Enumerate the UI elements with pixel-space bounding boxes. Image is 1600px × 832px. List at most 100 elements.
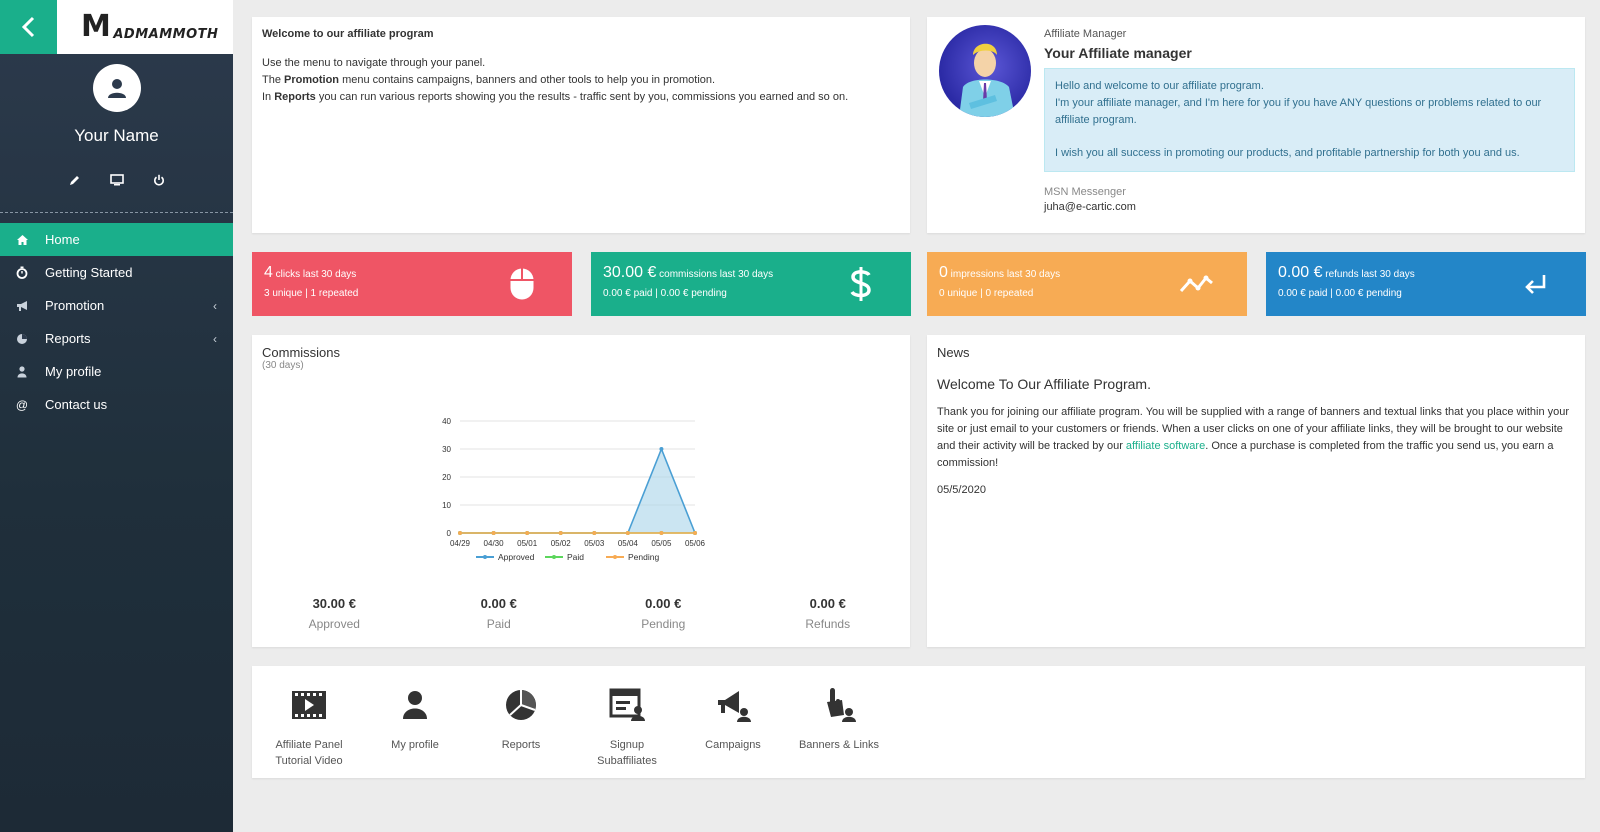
- sidebar-item-label: Promotion: [45, 298, 105, 313]
- commissions-panel: Commissions (30 days) 0 10 20 30 40 04/29 04/3…: [252, 335, 910, 647]
- data-point-pending: [491, 531, 496, 535]
- total-label: Paid: [486, 617, 511, 631]
- sidebar-item-reports[interactable]: Reports ‹: [0, 322, 233, 355]
- data-point-pending: [592, 531, 597, 535]
- affiliate-software-link[interactable]: affiliate software: [1126, 440, 1205, 452]
- data-point-approved: [659, 447, 664, 451]
- hand-pointer-icon: [786, 686, 892, 724]
- chevron-left-icon: ‹: [213, 298, 217, 313]
- user-avatar-icon: [107, 79, 126, 98]
- pencil-icon: [69, 176, 79, 185]
- total-label: Refunds: [805, 617, 851, 631]
- total-approved: 30.00 € Approved: [252, 596, 417, 631]
- commissions-totals: 30.00 € Approved 0.00 € Paid 0.00 € Pending…: [252, 596, 910, 631]
- data-point-pending: [558, 531, 563, 535]
- edit-profile-button[interactable]: [67, 172, 83, 188]
- user-icon: [362, 686, 468, 724]
- sidebar-item-label: Home: [45, 232, 80, 247]
- news-header: News: [937, 345, 970, 360]
- welcome-line-2b: Promotion: [284, 74, 340, 86]
- trend-icon: [1179, 266, 1215, 302]
- y-tick-label: 0: [447, 529, 452, 538]
- total-paid: 0.00 € Paid: [417, 596, 582, 631]
- sidebar-item-promotion[interactable]: Promotion ‹: [0, 289, 233, 322]
- logo[interactable]: M ADMAMMOTH: [57, 0, 233, 54]
- legend-marker: [552, 555, 556, 559]
- data-point-pending: [525, 531, 530, 535]
- x-tick-label: 05/05: [651, 539, 672, 548]
- shortcut-signup-subaffiliates[interactable]: Signup Subaffiliates: [574, 686, 680, 778]
- shortcut-banners-links[interactable]: Banners & Links: [786, 686, 892, 778]
- news-panel: News Welcome To Our Affiliate Program. T…: [927, 335, 1585, 647]
- shortcut-label: My profile: [391, 739, 439, 751]
- total-value: 0.00 €: [645, 596, 682, 611]
- sidebar-divider: [0, 212, 233, 213]
- y-tick-label: 20: [442, 473, 451, 482]
- stat-refunds[interactable]: 0.00 € refunds last 30 days 0.00 € paid …: [1266, 252, 1586, 316]
- msn-label: MSN Messenger: [1044, 186, 1126, 198]
- manager-message-3: I wish you all success in promoting our …: [1055, 147, 1520, 159]
- legend-label: Approved: [498, 552, 535, 562]
- shortcut-campaigns[interactable]: Campaigns: [680, 686, 786, 778]
- stat-label: clicks last 30 days: [272, 269, 357, 280]
- y-tick-label: 10: [442, 501, 451, 510]
- collapse-sidebar-button[interactable]: [0, 0, 57, 54]
- y-tick-label: 40: [442, 417, 451, 426]
- signup-icon: [574, 686, 680, 724]
- shortcut-tutorial-video[interactable]: Affiliate Panel Tutorial Video: [256, 686, 362, 778]
- manager-message-2: I'm your affiliate manager, and I'm here…: [1055, 97, 1542, 126]
- news-title: Welcome To Our Affiliate Program.: [937, 376, 1151, 392]
- sidebar-item-home[interactable]: Home: [0, 223, 233, 256]
- stat-value: 0.00 €: [1278, 264, 1323, 281]
- stat-impressions[interactable]: 0 impressions last 30 days 0 unique | 0 …: [927, 252, 1247, 316]
- shortcut-label: Campaigns: [705, 739, 761, 751]
- welcome-panel: Welcome to our affiliate program Use the…: [252, 17, 910, 233]
- stat-label: impressions last 30 days: [947, 269, 1061, 280]
- total-refunds: 0.00 € Refunds: [746, 596, 911, 631]
- sidebar-item-label: My profile: [45, 364, 102, 379]
- manager-email: juha@e-cartic.com: [1044, 201, 1136, 213]
- shortcut-label: Reports: [501, 739, 541, 751]
- total-value: 0.00 €: [809, 596, 846, 611]
- welcome-text: Use the menu to navigate through your pa…: [262, 55, 900, 106]
- sidebar-header: M ADMAMMOTH: [0, 0, 233, 54]
- x-tick-label: 05/03: [584, 539, 605, 548]
- x-tick-label: 05/04: [618, 539, 639, 548]
- data-point-pending: [693, 531, 697, 535]
- welcome-line-2c: menu contains campaigns, banners and oth…: [339, 74, 716, 86]
- shortcut-my-profile[interactable]: My profile: [362, 686, 468, 778]
- shortcut-reports[interactable]: Reports: [468, 686, 574, 778]
- legend-label: Paid: [567, 552, 584, 562]
- welcome-line-3b: Reports: [274, 91, 316, 103]
- data-point-pending: [659, 531, 664, 535]
- welcome-line-1: Use the menu to navigate through your pa…: [262, 57, 486, 69]
- stat-clicks[interactable]: 4 clicks last 30 days 3 unique | 1 repea…: [252, 252, 572, 316]
- sidebar-item-my-profile[interactable]: My profile: [0, 355, 233, 388]
- data-point-pending: [625, 531, 630, 535]
- total-value: 30.00 €: [312, 596, 356, 611]
- manager-message-1: Hello and welcome to our affiliate progr…: [1055, 80, 1264, 92]
- video-icon: [256, 686, 362, 724]
- logout-button[interactable]: [151, 172, 167, 188]
- welcome-title: Welcome to our affiliate program: [262, 28, 434, 40]
- manager-photo: [939, 25, 1031, 117]
- series-area-approved: [460, 449, 695, 533]
- legend-marker: [613, 555, 617, 559]
- user-tools: [0, 172, 233, 188]
- stat-value: 4: [264, 264, 273, 281]
- sidebar-item-label: Getting Started: [45, 265, 133, 280]
- total-pending: 0.00 € Pending: [581, 596, 746, 631]
- data-point-pending: [458, 531, 462, 535]
- commissions-title: Commissions: [262, 345, 341, 360]
- user-name: Your Name: [74, 126, 159, 145]
- welcome-line-3a: In: [262, 91, 275, 103]
- mouse-icon: [504, 266, 540, 302]
- sidebar-item-getting-started[interactable]: Getting Started: [0, 256, 233, 289]
- sidebar-item-contact-us[interactable]: @ Contact us: [0, 388, 233, 421]
- total-label: Approved: [308, 617, 360, 631]
- x-tick-label: 04/30: [484, 539, 505, 548]
- monitor-button[interactable]: [109, 172, 125, 188]
- manager-title: Your Affiliate manager: [1044, 45, 1192, 61]
- chevron-left-icon: ‹: [213, 331, 217, 346]
- stat-commissions[interactable]: 30.00 € commissions last 30 days 0.00 € …: [591, 252, 911, 316]
